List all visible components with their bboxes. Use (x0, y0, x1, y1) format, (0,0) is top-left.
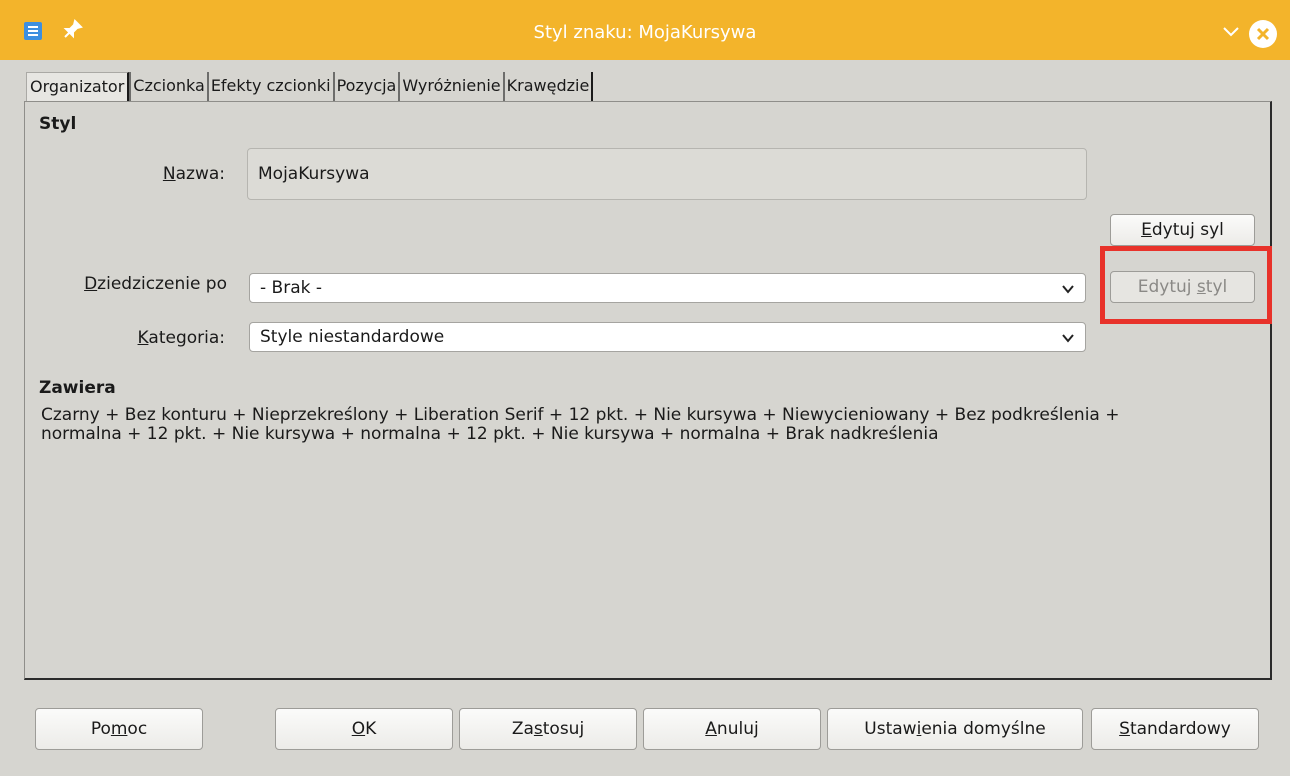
style-heading: Styl (39, 114, 77, 134)
tab-organizator[interactable]: Organizator (26, 72, 130, 102)
tab-pozycja[interactable]: Pozycja (332, 72, 399, 102)
help-button[interactable]: Pomoc (35, 708, 203, 750)
apply-button[interactable]: Zastosuj (459, 708, 637, 750)
tab-wyroznienie[interactable]: Wyróżnienie (398, 72, 502, 102)
inherit-from-label: Dziedziczenie po (84, 274, 227, 294)
tab-bar: Organizator Czcionka Efekty czcionki Poz… (26, 72, 594, 102)
ok-button[interactable]: OK (275, 708, 453, 750)
category-select[interactable]: Style niestandardowe (249, 322, 1086, 352)
contains-heading: Zawiera (39, 378, 116, 398)
inherit-from-value: - Brak - (260, 278, 322, 298)
tab-efekty-czcionki[interactable]: Efekty czcionki (206, 72, 333, 102)
standard-button[interactable]: Standardowy (1091, 708, 1259, 750)
edit-style-button[interactable]: Edytuj syl (1110, 214, 1255, 246)
tab-czcionka[interactable]: Czcionka (129, 72, 207, 102)
cancel-button[interactable]: Anuluj (643, 708, 821, 750)
tab-krawedzie[interactable]: Krawędzie (502, 72, 594, 102)
category-value: Style niestandardowe (260, 327, 445, 347)
category-label: Kategoria: (137, 328, 225, 348)
name-label: Nazwa: (162, 164, 225, 184)
name-field[interactable]: MojaKursywa (247, 148, 1087, 200)
reset-defaults-button[interactable]: Ustawienia domyślne (827, 708, 1083, 750)
close-icon[interactable] (1249, 20, 1277, 48)
chevron-down-icon (1062, 334, 1074, 343)
window-title: Styl znaku: MojaKursywa (533, 22, 757, 43)
contains-description: Czarny + Bez konturu + Nieprzekreślony +… (41, 405, 1120, 444)
highlight-annotation (1100, 246, 1272, 324)
chevron-down-icon[interactable] (1220, 20, 1242, 42)
organizer-panel: Styl Nazwa: MojaKursywa Edytuj syl Dzied… (24, 101, 1272, 680)
inherit-from-select[interactable]: - Brak - (249, 273, 1086, 303)
title-bar: Styl znaku: MojaKursywa (0, 0, 1290, 60)
chevron-down-icon (1062, 285, 1074, 294)
